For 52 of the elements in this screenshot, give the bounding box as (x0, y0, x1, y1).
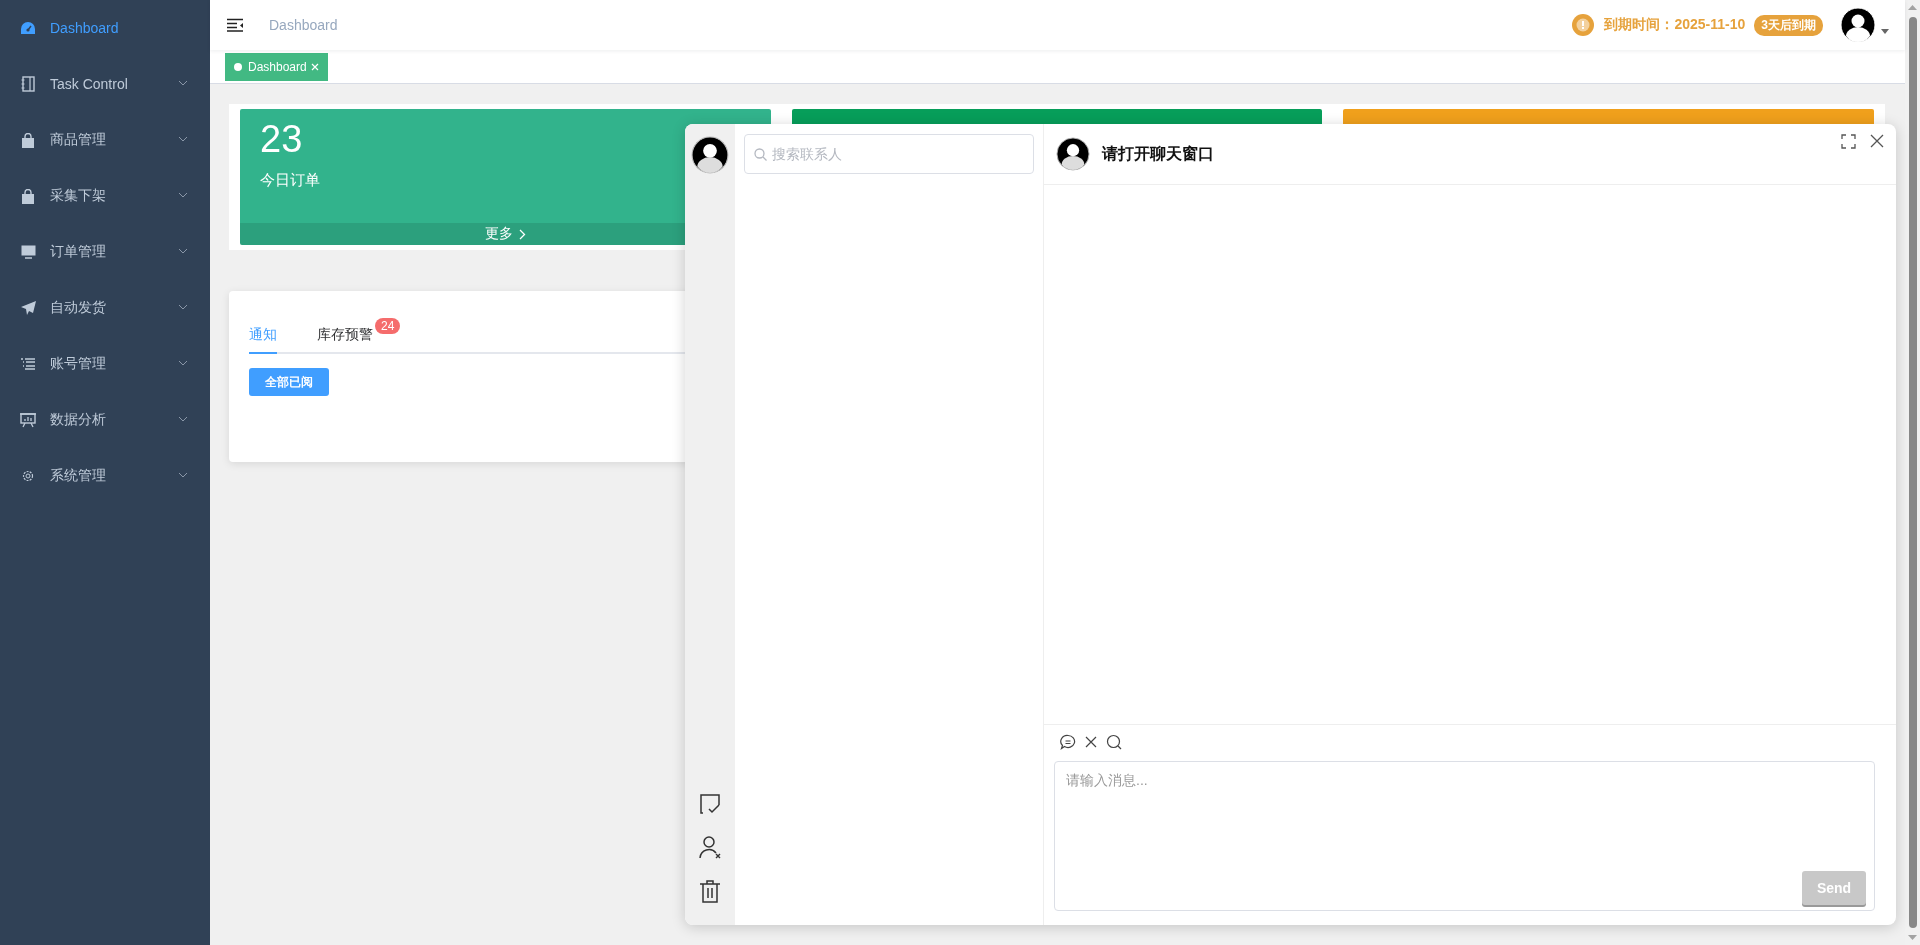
chevron-down-icon (178, 80, 188, 86)
menu-icon[interactable] (227, 18, 243, 32)
notebook-icon (21, 76, 35, 92)
chat-title: 请打开聊天窗口 (1102, 143, 1214, 164)
expiry-date: 到期时间：2025-11-10 (1604, 16, 1746, 34)
sidebar-item[interactable]: 商品管理 (0, 112, 210, 168)
chevron-down-icon (178, 248, 188, 254)
shopping-bag-icon (21, 132, 35, 148)
shopping-bag-icon (21, 188, 35, 204)
scrollbar-thumb[interactable] (1908, 17, 1917, 928)
sidebar-item[interactable]: 自动发货 (0, 280, 210, 336)
sidebar-item[interactable]: 账号管理 (0, 336, 210, 392)
paper-plane-icon (20, 301, 36, 315)
stat-label: 今日订单 (260, 170, 320, 190)
remove-user-icon[interactable] (698, 835, 722, 859)
chevron-right-icon (518, 228, 526, 240)
active-dot (234, 62, 242, 71)
fullscreen-icon[interactable] (1841, 134, 1856, 149)
sidebar-item[interactable]: 系统管理 (0, 448, 210, 504)
close-icon[interactable] (1870, 134, 1884, 148)
dashboard-icon (20, 21, 36, 35)
chevron-down-icon (178, 304, 188, 310)
stat-value: 23 (260, 119, 303, 161)
close-icon[interactable] (1084, 735, 1098, 749)
presentation-chart-icon (20, 412, 36, 428)
list-icon (21, 358, 35, 370)
breadcrumb: Dashboard (269, 17, 338, 33)
sidebar-item[interactable]: 订单管理 (0, 224, 210, 280)
chevron-down-icon (178, 192, 188, 198)
caret-down-icon[interactable] (1881, 28, 1889, 34)
trash-icon[interactable] (699, 879, 721, 903)
search-icon[interactable] (1106, 734, 1122, 750)
sidebar-item[interactable]: Task Control (0, 56, 210, 112)
monitor-icon (20, 245, 36, 259)
search-icon (754, 148, 767, 161)
search-field[interactable]: 搜索联系人 (744, 134, 1034, 174)
checklist-icon[interactable] (699, 793, 721, 815)
avatar-icon (691, 136, 729, 174)
chevron-down-icon (178, 416, 188, 422)
expiry-badge: 3天后到期 (1754, 14, 1823, 36)
chevron-down-icon (178, 136, 188, 142)
warning-icon (1572, 14, 1595, 36)
avatar-icon (1056, 137, 1090, 171)
sidebar-item[interactable]: 采集下架 (0, 168, 210, 224)
chevron-down-icon (178, 360, 188, 366)
chat-bubble-icon[interactable] (1060, 734, 1076, 750)
sidebar-item[interactable]: 数据分析 (0, 392, 210, 448)
chevron-down-icon (178, 472, 188, 478)
avatar-icon[interactable] (1840, 7, 1876, 43)
sidebar-item[interactable]: Dashboard (0, 0, 210, 56)
gear-icon (21, 469, 35, 483)
count-badge: 24 (375, 318, 401, 334)
